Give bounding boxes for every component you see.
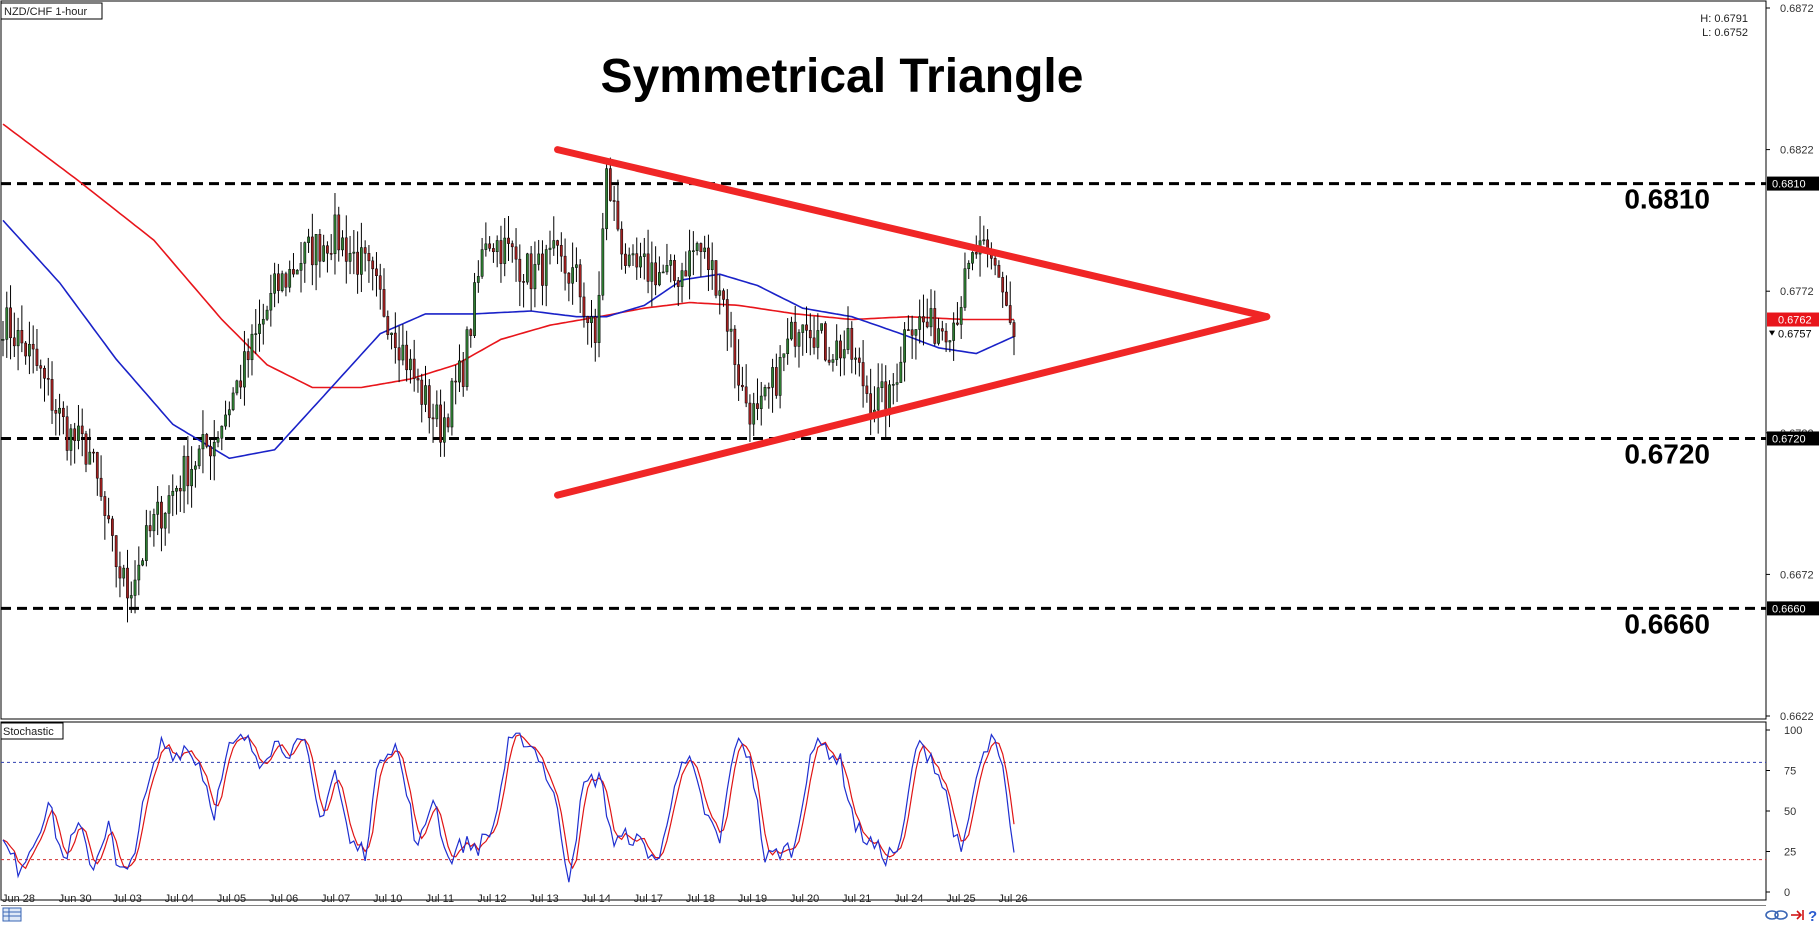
price-tick-label: 0.6672 (1780, 569, 1814, 581)
stochastic-label: Stochastic (0, 722, 64, 740)
date-tick-label: Jun 30 (59, 893, 92, 905)
date-tick-label: Jul 24 (894, 893, 923, 905)
date-tick-label: Jul 05 (217, 893, 246, 905)
date-tick-label: Jul 04 (165, 893, 194, 905)
candle (465, 326, 469, 391)
date-tick-label: Jul 10 (373, 893, 402, 905)
price-tick-label: 0.6822 (1780, 145, 1814, 157)
chart-canvas[interactable]: NZD/CHF 1-hour Stochastic H: 0.6791 L: 0… (0, 0, 1819, 929)
level-tag-label: 0.6720 (1772, 433, 1806, 445)
svg-text:?: ? (1808, 908, 1817, 925)
date-tick-label: Jul 20 (790, 893, 819, 905)
chart-title: Symmetrical Triangle (601, 50, 1084, 103)
level-tag-label: 0.6810 (1772, 179, 1806, 191)
date-tick-label: Jul 14 (581, 893, 610, 905)
candle (605, 162, 608, 241)
date-tick-label: Jul 26 (998, 893, 1027, 905)
stochastic-label-text: Stochastic (3, 726, 54, 738)
date-tick-label: Jun 28 (2, 893, 35, 905)
chart-grid-icon[interactable] (2, 907, 22, 922)
price-tick-label: 0.6622 (1780, 711, 1814, 723)
candle (450, 378, 454, 436)
chart-background (0, 0, 1819, 929)
help-icon[interactable]: ? (1808, 908, 1817, 925)
low-readout: L: 0.6752 (1702, 27, 1748, 39)
date-tick-label: Jul 25 (946, 893, 975, 905)
date-tick-label: Jul 19 (738, 893, 767, 905)
date-tick-label: Jul 03 (113, 893, 142, 905)
date-tick-label: Jul 18 (686, 893, 715, 905)
candle (473, 272, 476, 338)
stochastic-tick-label: 0 (1784, 887, 1790, 899)
date-tick-label: Jul 13 (529, 893, 558, 905)
date-tick-label: Jul 06 (269, 893, 298, 905)
price-tick-label: 0.6872 (1780, 3, 1814, 15)
level-tag-label: 0.6660 (1772, 603, 1806, 615)
candle (280, 270, 284, 293)
candle (525, 252, 529, 285)
price-tag-label: 0.6762 (1778, 315, 1812, 327)
stochastic-tick-label: 75 (1784, 766, 1796, 778)
date-tick-label: Jul 21 (842, 893, 871, 905)
candle (714, 260, 718, 299)
level-label: 0.6660 (1624, 608, 1710, 639)
level-label: 0.6810 (1624, 184, 1710, 215)
candle (205, 432, 209, 449)
stochastic-tick-label: 100 (1784, 725, 1802, 737)
candle (824, 321, 827, 362)
level-label: 0.6720 (1624, 438, 1710, 469)
stochastic-tick-label: 25 (1784, 847, 1796, 859)
date-tick-label: Jul 12 (477, 893, 506, 905)
symbol-label: NZD/CHF 1-hour (0, 2, 103, 20)
date-tick-label: Jul 11 (426, 893, 455, 905)
candle (235, 379, 239, 396)
symbol-label-text: NZD/CHF 1-hour (4, 6, 87, 18)
price-tag-label: 0.6757 (1778, 329, 1812, 341)
bottom-bar (1, 906, 1819, 928)
high-readout: H: 0.6791 (1700, 13, 1748, 25)
date-tick-label: Jul 07 (321, 893, 350, 905)
date-tick-label: Jul 17 (634, 893, 663, 905)
price-tick-label: 0.6772 (1780, 286, 1814, 298)
stochastic-tick-label: 50 (1784, 806, 1796, 818)
chart-root: NZD/CHF 1-hour Stochastic H: 0.6791 L: 0… (0, 0, 1819, 929)
